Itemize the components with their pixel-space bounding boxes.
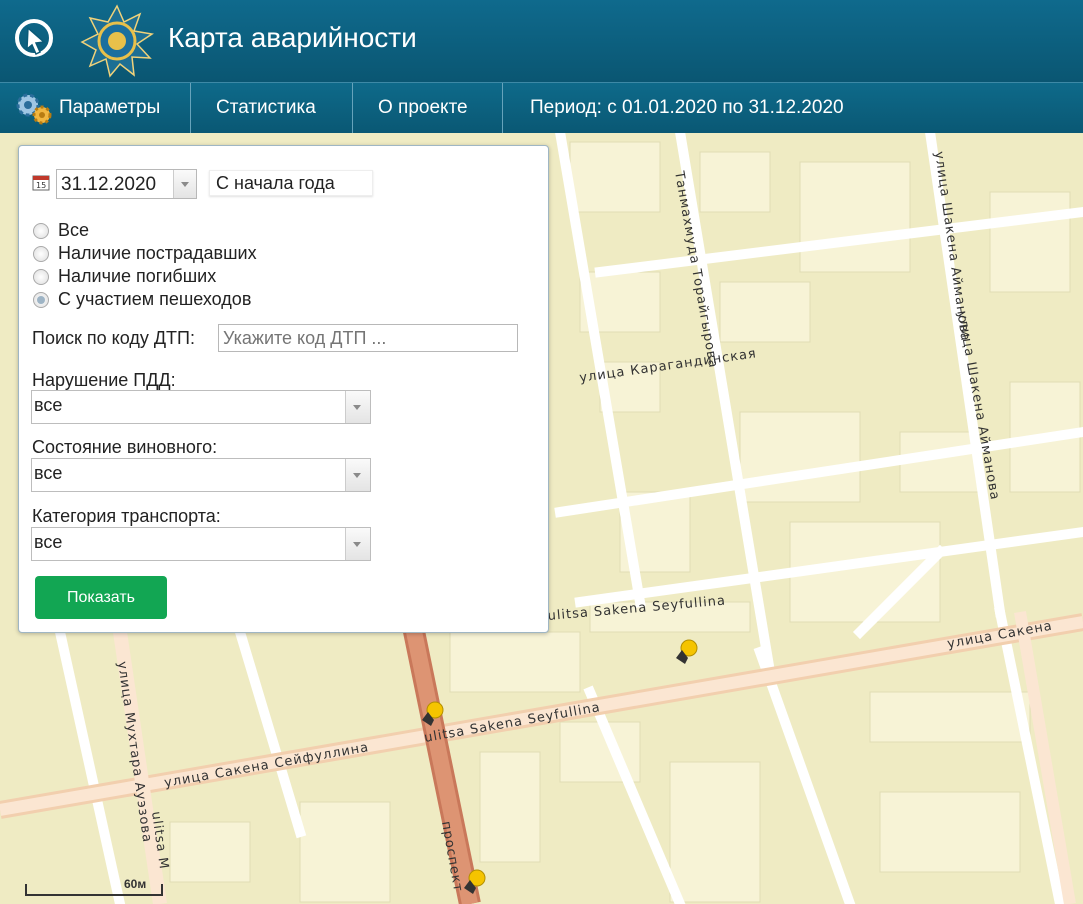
radio-all[interactable]	[33, 223, 49, 239]
radio-injured[interactable]	[33, 246, 49, 262]
culprit-select[interactable]: все	[31, 458, 371, 492]
app-title: Карта аварийности	[168, 22, 417, 53]
transport-label: Категория транспорта:	[32, 506, 221, 526]
chevron-down-icon[interactable]	[173, 170, 196, 198]
date-input[interactable]: 31.12.2020	[56, 169, 197, 199]
radio-injured-label: Наличие пострадавших	[58, 243, 257, 263]
date-value: 31.12.2020	[61, 174, 157, 195]
transport-value: все	[34, 532, 63, 552]
nav-stats[interactable]: Статистика	[216, 83, 316, 133]
app-header: Карта аварийности	[0, 0, 1083, 82]
gear-icon[interactable]	[14, 91, 54, 127]
nav-period: Период: с 01.01.2020 по 31.12.2020	[530, 97, 844, 118]
culprit-label: Состояние виновного:	[32, 437, 218, 457]
search-input[interactable]	[218, 324, 518, 352]
cursor-globe-icon[interactable]	[14, 18, 54, 58]
top-nav: Параметры Статистика О проекте Период: с…	[0, 82, 1083, 133]
violation-value: все	[34, 395, 63, 415]
svg-text:15: 15	[36, 181, 46, 190]
map-scale-label: 60м	[124, 877, 147, 891]
radio-all-label: Все	[58, 220, 90, 240]
nav-divider	[352, 83, 353, 133]
nav-params[interactable]: Параметры	[59, 83, 160, 133]
chevron-down-icon[interactable]	[345, 528, 370, 560]
radio-pedestrians-label: С участием пешеходов	[58, 289, 252, 309]
nav-divider	[190, 83, 191, 133]
calendar-icon[interactable]: 15	[32, 173, 50, 191]
chevron-down-icon[interactable]	[345, 459, 370, 491]
show-button[interactable]: Показать	[35, 576, 167, 619]
radio-pedestrians[interactable]	[33, 292, 49, 308]
chevron-down-icon[interactable]	[345, 391, 370, 423]
violation-select[interactable]: все	[31, 390, 371, 424]
violation-label: Нарушение ПДД:	[32, 370, 176, 390]
filter-panel: 15 31.12.2020 С начала года Все Наличие …	[18, 145, 549, 633]
nav-divider	[502, 83, 503, 133]
nav-about[interactable]: О проекте	[378, 83, 468, 133]
period-start-button[interactable]: С начала года	[209, 170, 373, 196]
culprit-value: все	[34, 463, 63, 483]
kz-emblem-icon	[80, 4, 154, 78]
search-label: Поиск по коду ДТП:	[32, 328, 195, 348]
radio-killed[interactable]	[33, 269, 49, 285]
radio-killed-label: Наличие погибших	[58, 266, 217, 286]
transport-select[interactable]: все	[31, 527, 371, 561]
